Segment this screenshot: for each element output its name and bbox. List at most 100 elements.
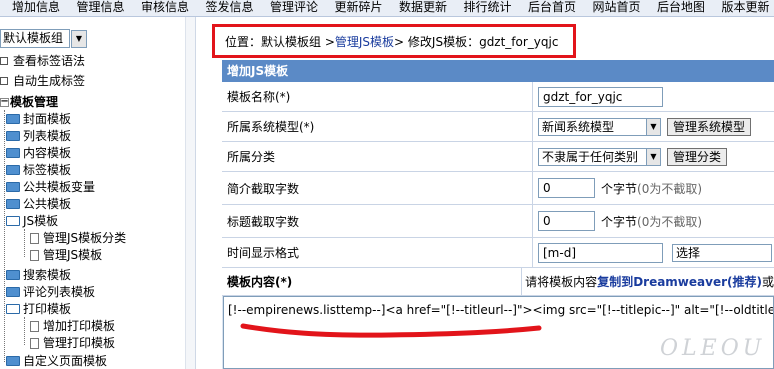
checkbox-icon xyxy=(0,57,8,65)
template-group-select[interactable]: 默认模板组 xyxy=(0,29,70,48)
nav-site-home[interactable]: 网站首页 xyxy=(581,0,646,16)
nav-manage-comments[interactable]: 管理评论 xyxy=(258,0,323,16)
breadcrumb-link-manage-js[interactable]: 管理JS模板 xyxy=(335,33,394,50)
sidebar-item-comment-list-templates[interactable]: 评论列表模板 xyxy=(6,284,95,300)
form-row-model: 所属系统模型(*) 新闻系统模型 ▼ 管理系统模型 xyxy=(222,112,774,142)
nav-sign-info[interactable]: 签发信息 xyxy=(194,0,259,16)
category-value: 不隶属于任何类别 xyxy=(542,149,639,164)
sidebar-item-custom-page-templates[interactable]: 自定义页面模板 xyxy=(6,353,107,369)
nav-admin-map[interactable]: 后台地图 xyxy=(645,0,710,16)
sidebar-item-content-templates[interactable]: 内容模板 xyxy=(6,145,71,161)
sidebar-item-label: 管理JS模板分类 xyxy=(43,231,127,245)
sidebar-item-label: 管理JS模板 xyxy=(43,248,103,262)
sidebar-item-public-templates[interactable]: 公共模板 xyxy=(6,196,71,212)
template-name-input[interactable]: gdzt_for_yqjc xyxy=(538,86,663,107)
breadcrumb-prefix: 位置：默认模板组 > xyxy=(225,34,335,49)
breadcrumb: 位置：默认模板组 > 管理JS模板 > 修改JS模板：gdzt_for_yqjc xyxy=(212,24,576,58)
form-title: 增加JS模板 xyxy=(222,60,774,82)
sidebar-item-print-templates[interactable]: 打印模板 xyxy=(6,301,71,317)
sidebar-item-label: 列表模板 xyxy=(23,129,72,143)
sidebar-item-cover-templates[interactable]: 封面模板 xyxy=(6,111,71,127)
nav-version-update[interactable]: 版本更新 xyxy=(710,0,774,16)
top-nav: 增加信息 管理信息 审核信息 签发信息 管理评论 更新碎片 数据更新 排行统计 … xyxy=(0,0,774,17)
sidebar: 默认模板组 ▼ 查看标签语法 自动生成标签 − 模板管理 封面模板 列表模板 内… xyxy=(0,17,196,369)
content-hint-prefix: 请将模板内容 xyxy=(525,275,598,289)
folder-icon xyxy=(6,270,20,280)
folder-icon xyxy=(6,356,20,366)
collapse-icon[interactable]: − xyxy=(0,97,9,107)
system-model-select[interactable]: 新闻系统模型 ▼ xyxy=(538,117,661,136)
time-format-input[interactable]: [m-d] xyxy=(538,242,663,263)
chevron-down-icon: ▼ xyxy=(646,148,660,165)
field-cell: 请将模板内容 复制到Dreamweaver(推荐) 或 xyxy=(522,268,774,296)
document-icon xyxy=(30,249,39,261)
folder-icon xyxy=(6,182,20,192)
sidebar-scrollbar[interactable] xyxy=(185,17,195,369)
time-format-select-value: 选择 xyxy=(676,245,701,260)
sidebar-item-manage-print-templates[interactable]: 管理打印模板 xyxy=(30,335,115,351)
document-icon xyxy=(30,232,39,244)
system-model-value: 新闻系统模型 xyxy=(542,119,615,134)
form-row-content-label: 模板内容(*) 请将模板内容 复制到Dreamweaver(推荐) 或 xyxy=(222,268,774,296)
nav-data-update[interactable]: 数据更新 xyxy=(387,0,452,16)
sidebar-item-auto-generate-tags[interactable]: 自动生成标签 xyxy=(0,73,85,89)
form-row-name: 模板名称(*) gdzt_for_yqjc xyxy=(222,82,774,112)
tree-connector-line xyxy=(24,317,25,345)
form-row-class: 所属分类 不隶属于任何类别 ▼ 管理分类 xyxy=(222,142,774,172)
sidebar-item-template-management[interactable]: − 模板管理 xyxy=(0,94,58,110)
intro-unit: 个字节 xyxy=(601,181,638,196)
field-label: 所属系统模型(*) xyxy=(222,112,533,142)
category-select[interactable]: 不隶属于任何类别 ▼ xyxy=(538,147,661,166)
chevron-down-icon: ▼ xyxy=(646,118,660,135)
template-group-row: 默认模板组 ▼ xyxy=(0,29,87,48)
breadcrumb-suffix: > 修改JS模板：gdzt_for_yqjc xyxy=(394,34,559,49)
sidebar-item-js-templates[interactable]: JS模板 xyxy=(6,213,58,229)
sidebar-item-add-print-template[interactable]: 增加打印模板 xyxy=(30,318,115,334)
sidebar-item-label: 搜索模板 xyxy=(23,268,72,282)
sidebar-item-label: 自动生成标签 xyxy=(13,74,86,88)
sidebar-item-view-tag-syntax[interactable]: 查看标签语法 xyxy=(0,53,85,69)
sidebar-item-list-templates[interactable]: 列表模板 xyxy=(6,128,71,144)
folder-open-icon xyxy=(6,216,20,226)
sidebar-item-search-templates[interactable]: 搜索模板 xyxy=(6,267,71,283)
folder-icon xyxy=(6,165,20,175)
field-label: 时间显示格式 xyxy=(222,238,533,268)
sidebar-item-tag-templates[interactable]: 标签模板 xyxy=(6,162,71,178)
field-cell: 0 个字节 (0为不截取) xyxy=(533,205,774,238)
nav-add-info[interactable]: 增加信息 xyxy=(0,0,65,16)
manage-system-model-button[interactable]: 管理系统模型 xyxy=(667,117,752,136)
field-cell: gdzt_for_yqjc xyxy=(533,82,774,112)
nav-update-fragments[interactable]: 更新碎片 xyxy=(323,0,388,16)
nav-review-info[interactable]: 审核信息 xyxy=(129,0,194,16)
content-hint-suffix: 或 xyxy=(761,275,774,289)
chevron-down-icon[interactable]: ▼ xyxy=(71,29,87,48)
sidebar-item-label: 公共模板变量 xyxy=(23,180,96,194)
document-icon xyxy=(30,320,39,332)
title-unit: 个字节 xyxy=(601,214,638,229)
folder-icon xyxy=(6,287,20,297)
folder-icon xyxy=(6,114,20,124)
sidebar-item-public-template-vars[interactable]: 公共模板变量 xyxy=(6,179,95,195)
title-length-input[interactable]: 0 xyxy=(538,211,595,231)
sidebar-item-label: 管理打印模板 xyxy=(43,336,116,350)
intro-hint: (0为不截取) xyxy=(637,181,703,196)
intro-length-input[interactable]: 0 xyxy=(538,178,595,198)
field-label: 模板内容(*) xyxy=(222,268,523,296)
sidebar-item-label: 打印模板 xyxy=(23,302,72,316)
sidebar-item-label: 标签模板 xyxy=(23,163,72,177)
tree-connector-line xyxy=(24,229,25,257)
sidebar-item-label: 模板管理 xyxy=(10,95,59,109)
nav-manage-info[interactable]: 管理信息 xyxy=(65,0,130,16)
manage-category-button[interactable]: 管理分类 xyxy=(667,147,728,166)
time-format-select[interactable]: 选择 xyxy=(672,243,772,262)
nav-admin-home[interactable]: 后台首页 xyxy=(516,0,581,16)
copy-to-dreamweaver-link[interactable]: 复制到Dreamweaver(推荐) xyxy=(597,273,762,290)
folder-open-icon xyxy=(6,304,20,314)
tree-connector-line xyxy=(4,110,5,362)
sidebar-item-label: 查看标签语法 xyxy=(13,54,86,68)
sidebar-item-manage-js-templates[interactable]: 管理JS模板 xyxy=(30,247,102,263)
form-row-intro: 简介截取字数 0 个字节 (0为不截取) xyxy=(222,172,774,205)
checkbox-icon xyxy=(0,77,8,85)
sidebar-item-manage-js-template-classes[interactable]: 管理JS模板分类 xyxy=(30,230,126,246)
nav-ranking-stats[interactable]: 排行统计 xyxy=(452,0,517,16)
